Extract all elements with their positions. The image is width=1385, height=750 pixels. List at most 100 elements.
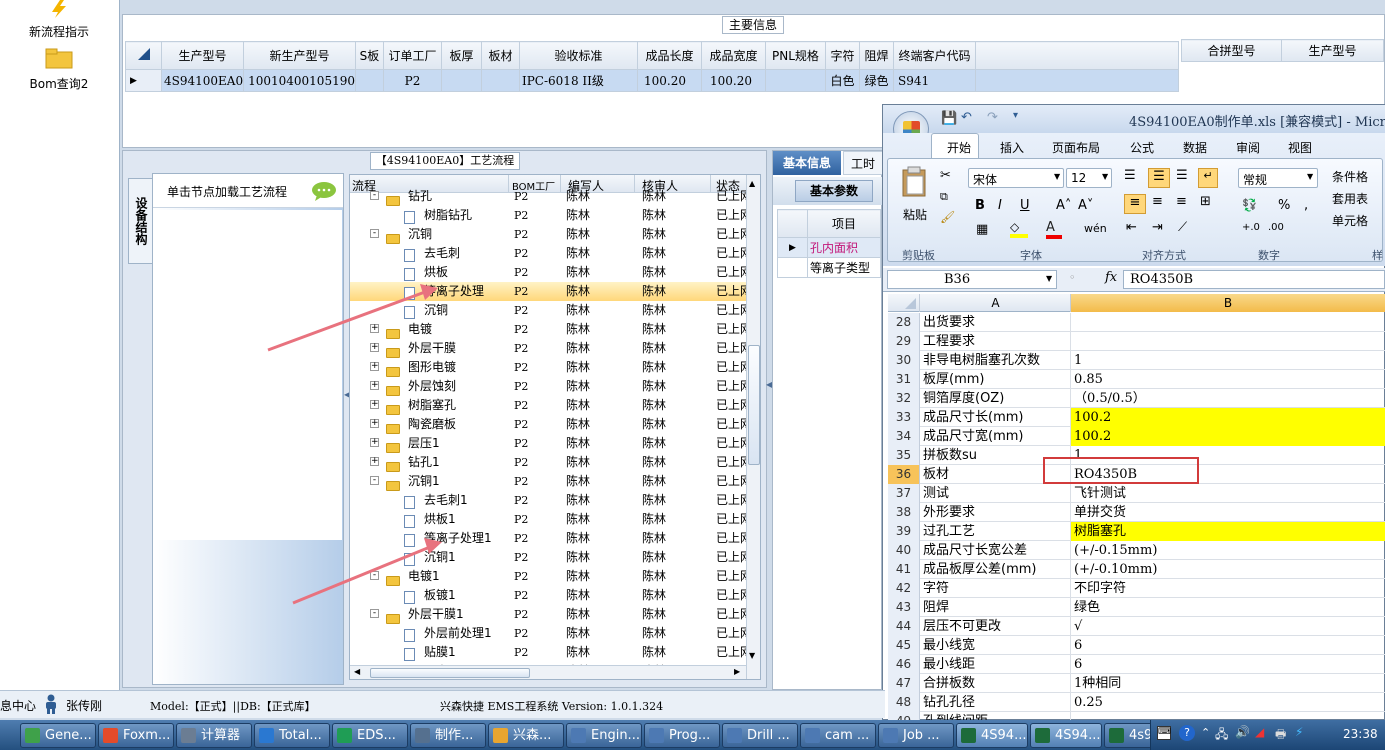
scroll-right-icon[interactable]: ▶: [734, 667, 740, 676]
taskbar-button[interactable]: Foxm...: [98, 723, 174, 748]
expand-toggle-icon[interactable]: -: [370, 609, 379, 618]
fill-color-icon[interactable]: ◇: [1010, 220, 1028, 238]
align-center-icon[interactable]: ≡: [1152, 194, 1163, 209]
cell-a[interactable]: 工程要求: [921, 332, 1071, 351]
taskbar-button[interactable]: 计算器: [176, 723, 252, 748]
tab-equipment-structure[interactable]: 设备结构: [128, 178, 152, 264]
column-header[interactable]: 合拼型号: [1181, 39, 1282, 62]
printer-icon[interactable]: 🖶: [1275, 725, 1286, 746]
volume-icon[interactable]: 🔊: [1235, 725, 1250, 739]
taskbar-button[interactable]: Job ...: [878, 723, 954, 748]
row-number[interactable]: 39: [888, 522, 920, 541]
table-cell[interactable]: [354, 69, 384, 92]
tree-node-item[interactable]: 外层前处理1 P2 陈林 陈林 已上网: [350, 624, 752, 643]
cell-b[interactable]: 100.2: [1071, 427, 1385, 446]
cell-b[interactable]: (+/-0.15mm): [1071, 541, 1385, 560]
taskbar-button[interactable]: EDS...: [332, 723, 408, 748]
tree-node-item[interactable]: 树脂钻孔 P2 陈林 陈林 已上网: [350, 206, 752, 225]
vertical-scrollbar[interactable]: ▲ ▼: [746, 175, 760, 679]
cell-a[interactable]: 合拼板数: [921, 674, 1071, 693]
function-icon[interactable]: fx: [1105, 270, 1117, 285]
help-icon[interactable]: ?: [1179, 725, 1195, 741]
italic-icon[interactable]: I: [998, 198, 1002, 213]
column-header[interactable]: 板材: [480, 41, 520, 70]
save-icon[interactable]: 💾: [941, 111, 957, 126]
taskbar-button[interactable]: 兴森...: [488, 723, 564, 748]
cell-a[interactable]: 出货要求: [921, 313, 1071, 332]
cell-b[interactable]: 1种相同: [1071, 674, 1385, 693]
row-number[interactable]: 47: [888, 674, 920, 693]
app-tray-icon[interactable]: ◢: [1255, 725, 1264, 739]
row-number[interactable]: 42: [888, 579, 920, 598]
taskbar-button[interactable]: Total...: [254, 723, 330, 748]
undo-icon[interactable]: ↶: [961, 110, 972, 125]
column-header[interactable]: 订单工厂: [382, 41, 442, 70]
table-cell[interactable]: 100.20: [700, 69, 766, 92]
copy-icon[interactable]: ⧉: [940, 190, 948, 204]
decrease-decimal-icon[interactable]: .00: [1268, 222, 1284, 233]
scroll-down-icon[interactable]: ▼: [749, 651, 755, 660]
antivirus-icon[interactable]: ⚡: [1295, 725, 1303, 739]
cell-b[interactable]: 绿色: [1071, 598, 1385, 617]
scroll-up-icon[interactable]: ▲: [749, 179, 755, 188]
cell-b[interactable]: 1: [1071, 351, 1385, 370]
cell-a[interactable]: 成品尺寸宽(mm): [921, 427, 1071, 446]
cell-b[interactable]: 飞针测试: [1071, 484, 1385, 503]
table-cell[interactable]: [764, 69, 826, 92]
formula-input[interactable]: RO4350B: [1123, 270, 1385, 289]
formula-bar-handle[interactable]: ◦: [1069, 271, 1076, 284]
taskbar-button[interactable]: Gene...: [20, 723, 96, 748]
select-all-corner[interactable]: [888, 294, 920, 312]
horizontal-scrollbar[interactable]: ◀ ▶: [350, 665, 746, 679]
table-cell[interactable]: IPC-6018 II级: [518, 69, 638, 92]
column-header[interactable]: 生产型号: [160, 41, 245, 70]
cell-b[interactable]: √: [1071, 617, 1385, 636]
phonetic-icon[interactable]: wén: [1084, 222, 1107, 235]
row-number[interactable]: 40: [888, 541, 920, 560]
subtab-basic-params[interactable]: 基本参数: [795, 180, 873, 202]
tab-basic-info[interactable]: 基本信息: [773, 151, 841, 175]
message-center-label[interactable]: 息中心: [0, 697, 36, 714]
cell-b[interactable]: 6: [1071, 655, 1385, 674]
table-cell[interactable]: 白色: [824, 69, 860, 92]
tray-arrow-icon[interactable]: ⌃: [1201, 726, 1210, 739]
font-name-select[interactable]: 宋体 ▼: [968, 168, 1064, 188]
expand-toggle-icon[interactable]: -: [370, 191, 379, 200]
cell-a[interactable]: 成品板厚公差(mm): [921, 560, 1071, 579]
cell-a[interactable]: 钻孔孔径: [921, 693, 1071, 712]
font-size-select[interactable]: 12 ▼: [1066, 168, 1112, 188]
keyboard-icon[interactable]: ⌨: [1157, 726, 1171, 740]
cell-b[interactable]: [1071, 313, 1385, 332]
table-cell[interactable]: 绿色: [858, 69, 894, 92]
cell-styles-button[interactable]: 单元格: [1332, 212, 1368, 229]
ribbon-tab-review[interactable]: 审阅: [1236, 139, 1260, 156]
table-cell[interactable]: [480, 69, 520, 92]
increase-indent-icon[interactable]: ⇥: [1152, 220, 1163, 235]
ribbon-tab-layout[interactable]: 页面布局: [1052, 139, 1100, 156]
nav-item-new-process[interactable]: 新流程指示: [0, 0, 118, 40]
scroll-left-icon[interactable]: ◀: [354, 667, 360, 676]
table-cell[interactable]: 孔内面积: [807, 237, 881, 258]
cell-a[interactable]: 阻焊: [921, 598, 1071, 617]
cell-a[interactable]: 层压不可更改: [921, 617, 1071, 636]
row-number[interactable]: 29: [888, 332, 920, 351]
taskbar-button[interactable]: Prog...: [644, 723, 720, 748]
tree-node-folder[interactable]: - 沉铜 P2 陈林 陈林 已上网: [350, 225, 752, 244]
font-color-icon[interactable]: A: [1046, 220, 1062, 239]
row-number[interactable]: 34: [888, 427, 920, 446]
row-number[interactable]: 45: [888, 636, 920, 655]
redo-icon[interactable]: ↷: [987, 110, 998, 125]
taskbar-button[interactable]: 4S94...: [1030, 723, 1102, 748]
underline-icon[interactable]: U: [1020, 198, 1030, 213]
wrap-text-icon[interactable]: ↵: [1198, 168, 1218, 188]
merge-center-icon[interactable]: ⊞: [1200, 194, 1211, 209]
cell-b[interactable]: (+/-0.10mm): [1071, 560, 1385, 579]
shrink-font-icon[interactable]: A˅: [1078, 198, 1093, 213]
column-a-header[interactable]: A: [921, 294, 1071, 312]
currency-icon[interactable]: 💱: [1242, 198, 1257, 212]
cell-b[interactable]: 6: [1071, 636, 1385, 655]
scroll-thumb[interactable]: [748, 345, 760, 465]
column-header[interactable]: 成品长度: [636, 41, 702, 70]
cell-b[interactable]: （0.5/0.5）: [1071, 389, 1385, 408]
tree-node-item[interactable]: 去毛刺 P2 陈林 陈林 已上网: [350, 244, 752, 263]
